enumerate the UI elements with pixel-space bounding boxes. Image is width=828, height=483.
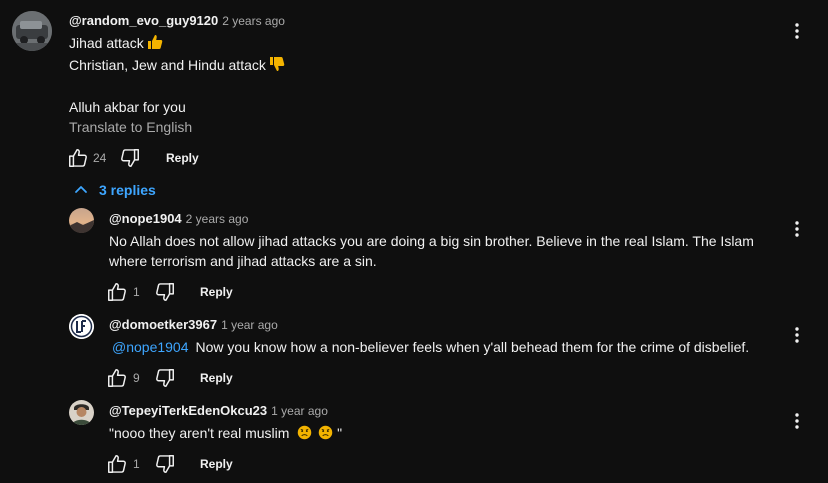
reply-3-like-button[interactable]: [106, 453, 128, 475]
reply-2-text: Now you know how a non-believer feels wh…: [195, 339, 750, 355]
replies-toggle-button[interactable]: 3 replies: [73, 182, 156, 198]
more-vertical-icon: [795, 221, 799, 237]
reply-3-body: "nooo they aren't real muslim ": [109, 423, 769, 445]
reply-2-mention[interactable]: @nope1904: [112, 339, 189, 355]
reply-2-like-count: 9: [133, 371, 140, 385]
thumbs-up-icon: [108, 369, 126, 387]
reply-2-body: @nope1904 Now you know how a non-believer…: [109, 337, 789, 357]
reply-1-like-count: 1: [133, 285, 140, 299]
reply-3-author[interactable]: @TepeyiTerkEdenOkcu23: [109, 403, 267, 418]
more-vertical-icon: [795, 327, 799, 343]
comment-header: @random_evo_guy9120 2 years ago: [69, 12, 285, 30]
comment-line-3: Alluh akbar for you: [69, 99, 186, 115]
reply-2-dislike-button[interactable]: [154, 367, 176, 389]
reply-1-dislike-button[interactable]: [154, 281, 176, 303]
reply-3-text-start: "nooo they aren't real muslim: [109, 425, 290, 441]
reply-3-reply-button[interactable]: Reply: [200, 457, 233, 471]
comment-line-2: Christian, Jew and Hindu attack: [69, 57, 266, 73]
sad-face-emoji: [297, 425, 312, 445]
comment-time[interactable]: 2 years ago: [222, 14, 285, 28]
comment-menu-button[interactable]: [787, 21, 807, 41]
sad-face-emoji: [318, 425, 333, 445]
avatar-reply-2[interactable]: [69, 314, 94, 339]
reply-2-menu-button[interactable]: [787, 325, 807, 345]
reply-2-time[interactable]: 1 year ago: [221, 318, 278, 332]
thumbs-down-icon: [156, 283, 174, 301]
thumbs-up-icon: [69, 149, 87, 167]
reply-3-menu-button[interactable]: [787, 411, 807, 431]
reply-3-like-count: 1: [133, 457, 140, 471]
reply-2-like-button[interactable]: [106, 367, 128, 389]
thumbs-up-icon: [108, 455, 126, 473]
thumbs-up-icon: [108, 283, 126, 301]
reply-2-author[interactable]: @domoetker3967: [109, 317, 217, 332]
thumbs-up-emoji: [147, 34, 163, 55]
avatar-main[interactable]: [12, 11, 52, 51]
reply-1-menu-button[interactable]: [787, 219, 807, 239]
reply-1-like-button[interactable]: [106, 281, 128, 303]
reply-2-reply-button[interactable]: Reply: [200, 371, 233, 385]
like-button[interactable]: [67, 147, 89, 169]
reply-1-time[interactable]: 2 years ago: [186, 212, 249, 226]
chevron-up-icon: [75, 186, 87, 193]
thumbs-down-icon: [156, 455, 174, 473]
reply-3-time[interactable]: 1 year ago: [271, 404, 328, 418]
translate-link[interactable]: Translate to English: [69, 119, 192, 135]
more-vertical-icon: [795, 23, 799, 39]
like-count: 24: [93, 151, 107, 165]
thumbs-down-icon: [156, 369, 174, 387]
dislike-button[interactable]: [119, 147, 141, 169]
more-vertical-icon: [795, 413, 799, 429]
reply-3-text-end: ": [337, 425, 343, 441]
reply-1-line-2: where terrorism and jihad attacks are a …: [109, 253, 377, 269]
reply-button[interactable]: Reply: [166, 151, 199, 165]
reply-3-dislike-button[interactable]: [154, 453, 176, 475]
reply-1-body: No Allah does not allow jihad attacks yo…: [109, 231, 769, 271]
reply-1-reply-button[interactable]: Reply: [200, 285, 233, 299]
comment-body: Jihad attack Christian, Jew and Hindu at…: [69, 33, 749, 117]
reply-1-author[interactable]: @nope1904: [109, 211, 182, 226]
comment-author[interactable]: @random_evo_guy9120: [69, 13, 218, 28]
comment-line-1: Jihad attack: [69, 35, 144, 51]
replies-count[interactable]: 3 replies: [99, 182, 156, 198]
avatar-reply-3[interactable]: [69, 400, 94, 425]
thumbs-down-icon: [121, 149, 139, 167]
reply-3-header: @TepeyiTerkEdenOkcu23 1 year ago: [109, 402, 328, 420]
reply-1-header: @nope1904 2 years ago: [109, 210, 248, 228]
reply-2-header: @domoetker3967 1 year ago: [109, 316, 278, 334]
avatar-reply-1[interactable]: [69, 208, 94, 233]
reply-1-line-1: No Allah does not allow jihad attacks yo…: [109, 233, 754, 249]
thumbs-down-emoji: [269, 56, 285, 77]
